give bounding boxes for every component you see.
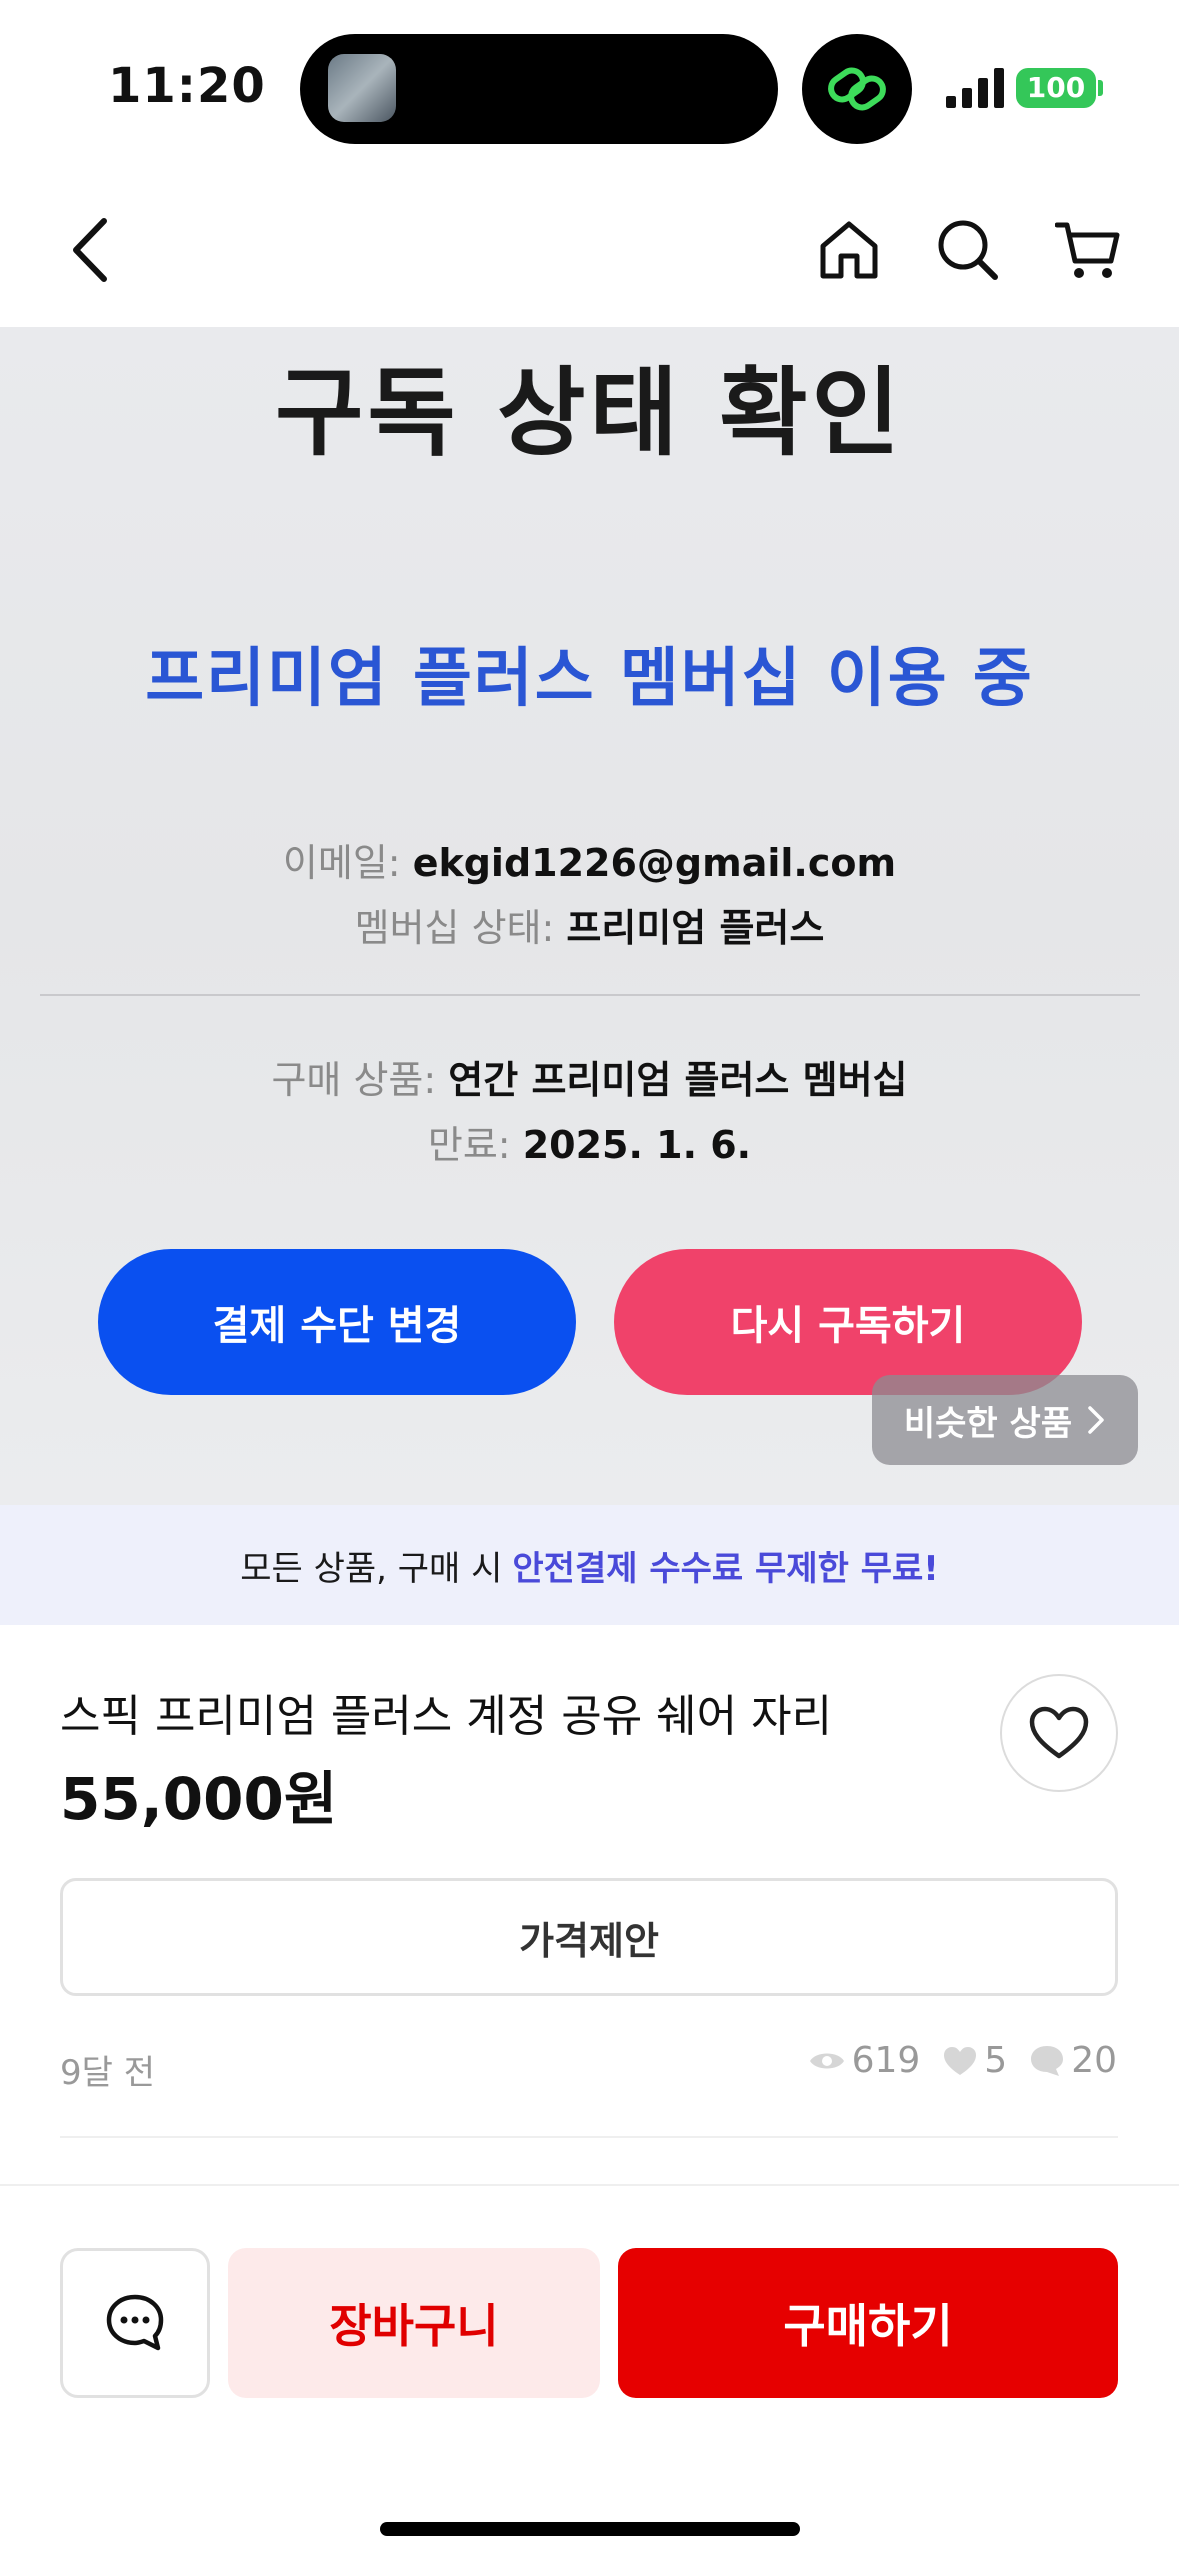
posted-time: 9달 전 [60, 2053, 155, 2093]
membership-status-text: 프리미엄 플러스 멤버십 이용 중 [145, 642, 1034, 716]
similar-products-button[interactable]: 비슷한 상품 [872, 1375, 1138, 1465]
cart-icon [1055, 222, 1120, 278]
resubscribe-image-button: 다시 구독하기 [614, 1249, 1082, 1395]
likes-count: 5 [984, 2040, 1008, 2081]
chat-button[interactable] [60, 2248, 210, 2398]
cart-button[interactable] [1043, 205, 1133, 295]
battery-indicator: 100 [1016, 68, 1096, 108]
membership-status-line: 멤버십 상태: 프리미엄 플러스 [0, 897, 1179, 952]
heart-icon [1029, 1706, 1089, 1759]
back-button[interactable] [46, 205, 136, 295]
chats-count: 20 [1071, 2040, 1117, 2081]
hero-title: 구독 상태 확인 [275, 357, 904, 469]
top-nav-bar [0, 175, 1179, 327]
hero-divider [40, 994, 1140, 996]
section-divider [60, 2136, 1118, 2138]
change-payment-image-button: 결제 수단 변경 [98, 1249, 576, 1395]
add-to-cart-button[interactable]: 장바구니 [228, 2248, 600, 2398]
home-button[interactable] [804, 205, 894, 295]
heart-small-icon [944, 2046, 977, 2075]
promo-banner[interactable]: 모든 상품, 구매 시 안전결제 수수료 무제한 무료! [0, 1505, 1179, 1625]
status-label: 멤버십 상태: [354, 906, 555, 950]
email-value: ekgid1226@gmail.com [412, 841, 897, 885]
product-stats: 619 5 20 [808, 2040, 1117, 2081]
product-title: 스픽 프리미엄 플러스 계정 공유 쉐어 자리 [60, 1691, 833, 1742]
buy-button[interactable]: 구매하기 [618, 2248, 1118, 2398]
eye-icon [809, 2053, 844, 2068]
expiry-line: 만료: 2025. 1. 6. [0, 1114, 1179, 1169]
price-offer-button[interactable]: 가격제안 [60, 1878, 1118, 1996]
likes-stat: 5 [942, 2040, 1007, 2081]
bottom-action-bar: 장바구니 구매하기 [0, 2184, 1179, 2556]
search-button[interactable] [923, 205, 1013, 295]
now-playing-thumbnail [328, 54, 396, 122]
signal-icon [946, 68, 1004, 108]
chat-bubble-icon [1031, 2045, 1064, 2076]
promo-highlight: 안전결제 수수료 무제한 무료! [512, 1548, 939, 1589]
status-time: 11:20 [108, 58, 266, 114]
expiry-value: 2025. 1. 6. [522, 1123, 752, 1167]
chevron-right-icon [1088, 1406, 1104, 1434]
views-count: 619 [851, 2040, 921, 2081]
product-value: 연간 프리미엄 플러스 멤버십 [448, 1058, 908, 1102]
home-indicator[interactable] [380, 2522, 800, 2536]
expiry-label: 만료: [427, 1123, 511, 1167]
chats-stat: 20 [1029, 2040, 1117, 2081]
email-label: 이메일: [282, 841, 401, 885]
product-label: 구매 상품: [271, 1058, 437, 1102]
similar-products-label: 비슷한 상품 [903, 1403, 1073, 1444]
app-link-icon [802, 34, 912, 144]
chevron-left-icon [73, 218, 107, 282]
email-line: 이메일: ekgid1226@gmail.com [0, 832, 1179, 887]
dynamic-island [300, 34, 778, 144]
status-value: 프리미엄 플러스 [566, 906, 825, 950]
chat-icon [106, 2294, 164, 2351]
purchased-product-line: 구매 상품: 연간 프리미엄 플러스 멤버십 [0, 1049, 1179, 1104]
product-image[interactable]: 구독 상태 확인 프리미엄 플러스 멤버십 이용 중 이메일: ekgid122… [0, 327, 1179, 1505]
like-button[interactable] [1000, 1674, 1118, 1792]
views-stat: 619 [808, 2040, 921, 2081]
search-icon [938, 220, 998, 280]
promo-text: 모든 상품, 구매 시 [240, 1548, 503, 1589]
home-icon [820, 221, 878, 279]
product-price: 55,000원 [60, 1765, 338, 1833]
status-bar: 11:20 100 [0, 0, 1179, 175]
battery-tip [1098, 80, 1103, 96]
